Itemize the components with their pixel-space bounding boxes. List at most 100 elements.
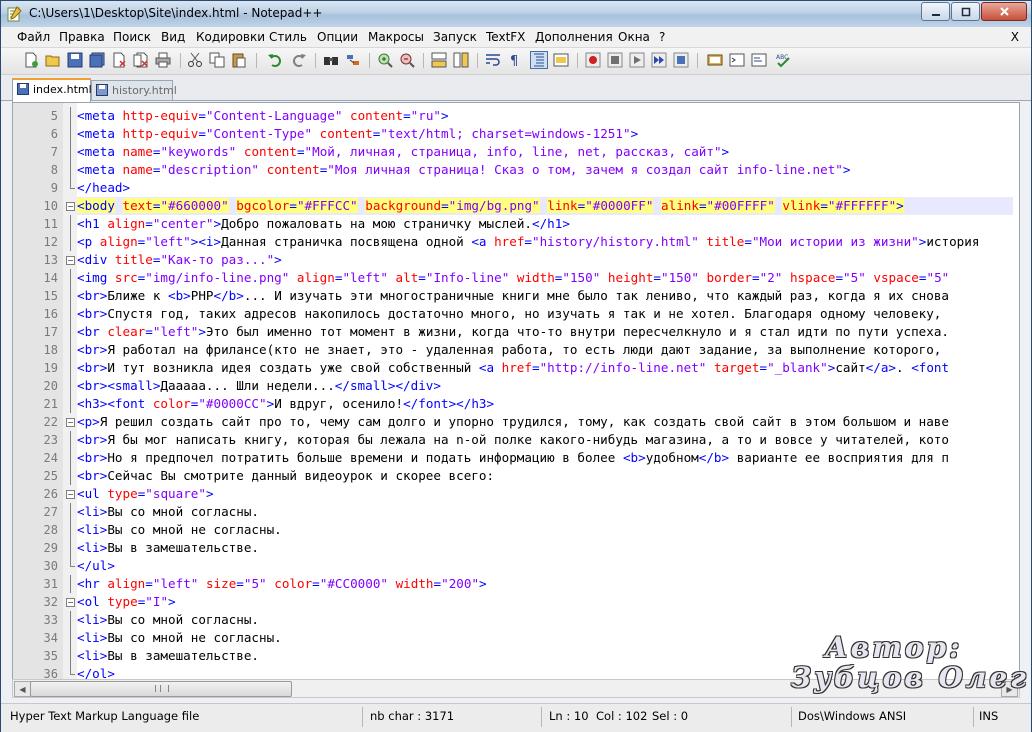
print-icon[interactable] bbox=[155, 52, 171, 68]
save-all-icon[interactable] bbox=[89, 52, 105, 68]
copy-icon[interactable] bbox=[209, 52, 225, 68]
code-token: "left" bbox=[152, 324, 199, 339]
paste-icon[interactable] bbox=[231, 52, 247, 68]
indent-guide-icon[interactable] bbox=[530, 51, 548, 69]
scroll-left-button[interactable]: ◀ bbox=[14, 681, 31, 697]
code-line[interactable]: <br><small>Дааааа... Шли недели...</smal… bbox=[77, 377, 1013, 395]
code-line[interactable]: <p>Я решил создать сайт про то, чему сам… bbox=[77, 413, 1013, 431]
code-line[interactable]: <br>Я работал на фрилансе(кто не знает, … bbox=[77, 341, 1013, 359]
menu-style[interactable]: Стиль bbox=[269, 30, 307, 44]
close-document-button[interactable]: X bbox=[1011, 30, 1019, 44]
tab-index-html[interactable]: index.html bbox=[12, 78, 92, 102]
code-token: "Мой, личная, страница, info, line, net,… bbox=[304, 144, 722, 159]
fold-line-marker bbox=[66, 575, 74, 593]
cut-icon[interactable] bbox=[187, 52, 203, 68]
word-wrap-icon[interactable] bbox=[485, 52, 501, 68]
code-line[interactable]: <ol type="I"> bbox=[77, 593, 1013, 611]
record-macro-icon[interactable] bbox=[585, 52, 601, 68]
code-line[interactable]: <img src = "img/info-line.png" align = "left… bbox=[77, 269, 1013, 287]
fold-toggle-icon[interactable]: − bbox=[66, 197, 75, 215]
menu-plugins[interactable]: Дополнения bbox=[535, 30, 613, 44]
spell-check-icon[interactable]: ABC bbox=[775, 52, 791, 68]
code-line[interactable]: <li>Вы со мной не согласны. bbox=[77, 521, 1013, 539]
close-file-icon[interactable] bbox=[111, 52, 127, 68]
fold-margin[interactable]: − − − − − bbox=[63, 103, 77, 679]
code-line[interactable]: <p align = "left"><i>Данная страничка посв… bbox=[77, 233, 1013, 251]
close-window-button[interactable] bbox=[981, 2, 1027, 21]
text-area[interactable]: <meta http-equiv="Content-Language" cont… bbox=[77, 103, 1013, 679]
fold-toggle-icon[interactable]: − bbox=[66, 485, 75, 503]
code-line[interactable]: <br>Ближе к <b>PHP</b>... И изучать эти … bbox=[77, 287, 1013, 305]
replace-icon[interactable] bbox=[345, 52, 361, 68]
undo-icon[interactable] bbox=[267, 52, 283, 68]
menu-edit[interactable]: Правка bbox=[59, 30, 105, 44]
menu-encoding[interactable]: Кодировки bbox=[196, 30, 265, 44]
code-line[interactable]: <br>Но я предпочел потратить больше врем… bbox=[77, 449, 1013, 467]
code-token: = bbox=[403, 108, 411, 123]
code-line[interactable]: <li>Вы в замешательстве. bbox=[77, 539, 1013, 557]
fold-toggle-icon[interactable]: − bbox=[66, 413, 75, 431]
code-line[interactable]: <meta http-equiv="Content-Language" cont… bbox=[77, 107, 1013, 125]
menu-textfx[interactable]: TextFX bbox=[486, 30, 525, 44]
code-line[interactable]: <h1 align="center">Добро пожаловать на м… bbox=[77, 215, 1013, 233]
user-language-icon[interactable] bbox=[553, 52, 569, 68]
code-line[interactable]: <h3><font color="#0000CC">И вдруг, осени… bbox=[77, 395, 1013, 413]
close-all-icon[interactable] bbox=[133, 52, 149, 68]
code-line[interactable]: <br clear="left">Это был именно тот моме… bbox=[77, 323, 1013, 341]
menu-macros[interactable]: Макросы bbox=[368, 30, 424, 44]
scrollbar-thumb[interactable] bbox=[30, 681, 292, 697]
code-editor[interactable]: 5 6 7 8 9 10 11 12 13 14 15 16 17 18 19 20 21 22 23 24 25 26 2… bbox=[12, 102, 1020, 680]
code-line[interactable]: <meta name="description" content="Моя ли… bbox=[77, 161, 1013, 179]
code-line[interactable]: <li>Вы со мной согласны. bbox=[77, 611, 1013, 629]
code-line[interactable]: </ul> bbox=[77, 557, 1013, 575]
document-map-icon[interactable] bbox=[751, 52, 767, 68]
stop-macro-icon[interactable] bbox=[607, 52, 623, 68]
fold-toggle-icon[interactable]: − bbox=[66, 251, 75, 269]
menu-search[interactable]: Поиск bbox=[113, 30, 151, 44]
zoom-out-icon[interactable] bbox=[399, 52, 415, 68]
menu-help[interactable]: ? bbox=[659, 30, 665, 44]
code-line[interactable]: <br>Я бы мог написать книгу, которая бы … bbox=[77, 431, 1013, 449]
save-icon[interactable] bbox=[67, 52, 83, 68]
code-line[interactable]: <div title="Как-то раз..."> bbox=[77, 251, 1013, 269]
code-line[interactable]: </head> bbox=[77, 179, 1013, 197]
menu-file[interactable]: Файл bbox=[17, 30, 50, 44]
console-icon[interactable] bbox=[729, 52, 745, 68]
minimize-button[interactable] bbox=[921, 2, 950, 21]
menu-run[interactable]: Запуск bbox=[433, 30, 477, 44]
code-line[interactable]: <hr align="left" size="5" color="#CC0000… bbox=[77, 575, 1013, 593]
zoom-in-icon[interactable] bbox=[377, 52, 393, 68]
code-line[interactable]: <meta http-equiv="Content-Type" content=… bbox=[77, 125, 1013, 143]
code-line[interactable]: <br>И тут возникла идея создать уже свой… bbox=[77, 359, 1013, 377]
line-number: 24 bbox=[43, 451, 58, 465]
redo-icon[interactable] bbox=[291, 52, 307, 68]
menu-options[interactable]: Опции bbox=[317, 30, 358, 44]
code-token: > bbox=[630, 126, 639, 141]
code-token: <br> bbox=[77, 360, 108, 375]
code-line[interactable]: <li>Вы со мной согласны. bbox=[77, 503, 1013, 521]
new-file-icon[interactable] bbox=[23, 52, 39, 68]
line-number: 18 bbox=[43, 343, 58, 357]
code-line[interactable]: <br>Сейчас Вы смотрите данный видеоурок … bbox=[77, 467, 1013, 485]
maximize-button[interactable] bbox=[951, 2, 980, 21]
menu-view[interactable]: Вид bbox=[161, 30, 185, 44]
code-token: "#FFFFFF" bbox=[827, 198, 897, 213]
code-line[interactable]: <body text="#660000" bgcolor="#FFFCC" ba… bbox=[77, 197, 1013, 215]
show-all-chars-icon[interactable]: ¶ bbox=[507, 52, 523, 68]
launch-browser-icon[interactable] bbox=[707, 52, 723, 68]
window-title: C:\Users\1\Desktop\Site\index.html - Not… bbox=[29, 6, 323, 20]
find-icon[interactable] bbox=[323, 52, 339, 68]
tab-history-html[interactable]: history.html bbox=[91, 80, 177, 100]
code-line[interactable]: <ul type="square"> bbox=[77, 485, 1013, 503]
code-line[interactable]: <br>Спустя год, таких адресов накопилось… bbox=[77, 305, 1013, 323]
open-file-icon[interactable] bbox=[45, 52, 61, 68]
code-line[interactable]: <meta name="keywords" content="Мой, личн… bbox=[77, 143, 1013, 161]
save-macro-icon[interactable] bbox=[673, 52, 689, 68]
menu-windows[interactable]: Окна bbox=[618, 30, 650, 44]
sync-horizontal-icon[interactable] bbox=[453, 52, 469, 68]
line-number: 25 bbox=[43, 469, 58, 483]
fold-toggle-icon[interactable]: − bbox=[66, 593, 75, 611]
sync-vertical-icon[interactable] bbox=[431, 52, 447, 68]
play-macro-icon[interactable] bbox=[629, 52, 645, 68]
run-macro-multiple-icon[interactable] bbox=[651, 52, 667, 68]
